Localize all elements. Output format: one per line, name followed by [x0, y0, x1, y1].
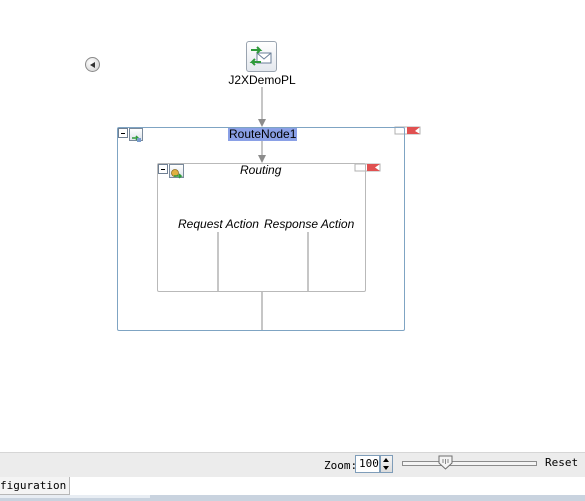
reset-zoom-button[interactable]: Reset [545, 456, 578, 469]
collapse-icon[interactable] [158, 164, 168, 174]
route-node-label[interactable]: RouteNode1 [228, 128, 298, 141]
back-arrow-icon[interactable] [85, 57, 100, 72]
pipeline-envelope-arrows-icon[interactable] [246, 41, 277, 72]
collapse-icon[interactable] [118, 128, 128, 138]
zoom-input[interactable]: 100 [355, 455, 380, 473]
zoom-slider-track[interactable] [402, 461, 537, 466]
routing-label[interactable]: Routing [240, 163, 281, 177]
zoom-label: Zoom: [324, 459, 358, 472]
route-node-icon [129, 128, 143, 142]
spinner-up-icon[interactable] [383, 458, 389, 462]
pipeline-label[interactable]: J2XDemoPL [222, 73, 302, 87]
zoom-slider-thumb[interactable] [438, 455, 453, 470]
bottom-strip-highlight [0, 495, 150, 498]
routing-icon [169, 164, 184, 179]
request-action-label[interactable]: Request Action [178, 217, 259, 231]
tab-configuration[interactable]: figuration [0, 477, 71, 495]
arrow-head-icon [258, 119, 266, 127]
response-action-label[interactable]: Response Action [264, 217, 354, 231]
zoom-spinner[interactable] [380, 455, 393, 473]
spinner-down-icon[interactable] [383, 466, 389, 470]
